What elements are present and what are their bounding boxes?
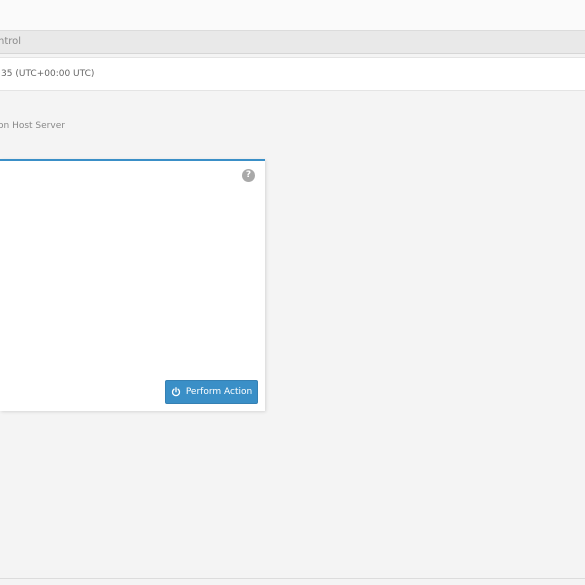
perform-action-button[interactable]: Perform Action — [165, 380, 258, 404]
top-bar — [0, 0, 585, 31]
bottom-divider — [0, 578, 585, 579]
time-info-bar: :35 (UTC+00:00 UTC) — [0, 57, 585, 91]
help-icon[interactable]: ? — [242, 169, 255, 182]
server-time: :35 (UTC+00:00 UTC) — [0, 69, 95, 79]
page-subtitle: on Host Server — [0, 121, 65, 131]
help-glyph: ? — [245, 170, 252, 180]
section-title: ntrol — [0, 36, 22, 47]
section-header-bar: ntrol — [0, 31, 585, 54]
power-icon — [171, 387, 180, 397]
action-panel: ? Perform Action — [0, 159, 265, 411]
perform-action-label: Perform Action — [185, 387, 253, 397]
